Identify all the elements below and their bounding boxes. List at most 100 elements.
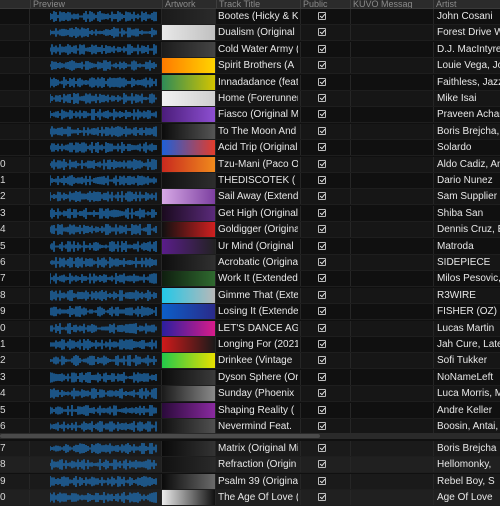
waveform-preview[interactable] <box>50 11 158 22</box>
preview-cell[interactable] <box>30 255 160 270</box>
kuvo-message-cell[interactable] <box>351 91 433 106</box>
horizontal-scrollbar[interactable] <box>0 433 500 439</box>
waveform-preview[interactable] <box>50 207 158 219</box>
waveform-preview[interactable] <box>50 191 158 203</box>
preview-cell[interactable] <box>30 370 160 385</box>
preview-cell[interactable] <box>30 9 160 24</box>
kuvo-message-cell[interactable] <box>351 321 433 336</box>
public-checkbox[interactable] <box>318 12 326 20</box>
waveform-preview[interactable] <box>50 125 158 137</box>
track-row[interactable]: 7 Matrix (Original Mi Boris Brejcha <box>0 441 500 457</box>
public-checkbox[interactable] <box>318 422 326 430</box>
track-row[interactable]: 8 Gimme That (Exte R3WIRE <box>0 287 500 304</box>
track-row[interactable]: 5 Ur Mind (Original Matroda <box>0 238 500 255</box>
header-number[interactable] <box>0 0 30 8</box>
kuvo-message-cell[interactable] <box>351 288 433 303</box>
track-row[interactable]: 0 Tzu-Mani (Paco O Aldo Cadiz, And <box>0 156 500 173</box>
waveform-preview[interactable] <box>50 306 158 318</box>
kuvo-message-cell[interactable] <box>351 337 433 352</box>
kuvo-message-cell[interactable] <box>351 124 433 139</box>
header-track-title[interactable]: Track Title <box>216 0 300 8</box>
public-checkbox[interactable] <box>318 208 326 217</box>
kuvo-message-cell[interactable] <box>351 107 433 122</box>
kuvo-message-cell[interactable] <box>351 490 433 505</box>
preview-cell[interactable] <box>30 490 160 505</box>
preview-cell[interactable] <box>30 173 160 188</box>
waveform-preview[interactable] <box>50 142 158 154</box>
header-preview[interactable]: Preview <box>30 0 162 8</box>
waveform-preview[interactable] <box>50 240 158 252</box>
kuvo-message-cell[interactable] <box>351 403 433 418</box>
public-checkbox[interactable] <box>318 476 326 485</box>
preview-cell[interactable] <box>30 42 160 57</box>
kuvo-message-cell[interactable] <box>351 140 433 155</box>
public-checkbox[interactable] <box>318 110 326 119</box>
kuvo-message-cell[interactable] <box>351 75 433 90</box>
track-row[interactable]: 4 Sunday (Phoenix Luca Morris, M <box>0 386 500 403</box>
public-checkbox[interactable] <box>318 323 326 332</box>
scrollbar-thumb[interactable] <box>0 434 320 438</box>
kuvo-message-cell[interactable] <box>351 441 433 456</box>
preview-cell[interactable] <box>30 189 160 204</box>
track-row[interactable]: 7 Work It (Extended Milos Pesovic, <box>0 271 500 288</box>
preview-cell[interactable] <box>30 239 160 254</box>
public-checkbox[interactable] <box>318 77 326 86</box>
waveform-preview[interactable] <box>50 273 158 285</box>
track-row[interactable]: 5 Shaping Reality (Andre Keller <box>0 402 500 419</box>
track-row[interactable]: 0 LET'S DANCE AG Lucas Martin <box>0 320 500 337</box>
public-checkbox[interactable] <box>318 372 326 381</box>
kuvo-message-cell[interactable] <box>351 255 433 270</box>
track-row[interactable]: 1 THEDISCOTEK (Dario Nunez <box>0 173 500 189</box>
track-row[interactable]: Acid Trip (Original Solardo <box>0 140 500 157</box>
track-row[interactable]: 2 Sail Away (Extend Sam Supplier <box>0 189 500 206</box>
track-row[interactable]: Bootes (Hicky & K John Cosani <box>0 9 500 25</box>
public-checkbox[interactable] <box>318 274 326 283</box>
waveform-preview[interactable] <box>50 371 158 383</box>
kuvo-message-cell[interactable] <box>351 271 433 286</box>
track-row[interactable]: 3 Dyson Sphere (Ori NoNameLeft <box>0 369 500 386</box>
preview-cell[interactable] <box>30 288 160 303</box>
waveform-preview[interactable] <box>50 459 158 471</box>
kuvo-message-cell[interactable] <box>351 419 433 434</box>
public-checkbox[interactable] <box>318 159 326 168</box>
waveform-preview[interactable] <box>50 76 158 88</box>
kuvo-message-cell[interactable] <box>351 370 433 385</box>
preview-cell[interactable] <box>30 206 160 221</box>
public-checkbox[interactable] <box>318 460 326 469</box>
track-row[interactable]: 9 Losing It (Extende FISHER (OZ) <box>0 304 500 321</box>
track-row[interactable]: Dualism (Original Forest Drive W <box>0 25 500 42</box>
header-public[interactable]: Public <box>300 0 350 8</box>
waveform-preview[interactable] <box>50 475 158 487</box>
public-checkbox[interactable] <box>318 241 326 250</box>
waveform-preview[interactable] <box>50 175 158 186</box>
waveform-preview[interactable] <box>50 339 158 350</box>
kuvo-message-cell[interactable] <box>351 157 433 172</box>
waveform-preview[interactable] <box>50 322 158 334</box>
track-row[interactable]: 0 The Age Of Love (Age Of Love <box>0 489 500 506</box>
waveform-preview[interactable] <box>50 93 158 104</box>
preview-cell[interactable] <box>30 25 160 40</box>
track-row[interactable]: Home (Forerunner Mike Isai <box>0 91 500 107</box>
preview-cell[interactable] <box>30 419 160 434</box>
preview-cell[interactable] <box>30 58 160 73</box>
preview-cell[interactable] <box>30 321 160 336</box>
waveform-preview[interactable] <box>50 60 158 71</box>
preview-cell[interactable] <box>30 403 160 418</box>
public-checkbox[interactable] <box>318 94 326 102</box>
preview-cell[interactable] <box>30 441 160 456</box>
track-row[interactable]: 8 Refraction (Origin Hellomonky, <box>0 457 500 474</box>
waveform-preview[interactable] <box>50 257 158 268</box>
header-artwork[interactable]: Artwork <box>162 0 216 8</box>
public-checkbox[interactable] <box>318 444 326 452</box>
waveform-preview[interactable] <box>50 421 158 432</box>
kuvo-message-cell[interactable] <box>351 239 433 254</box>
preview-cell[interactable] <box>30 353 160 368</box>
preview-cell[interactable] <box>30 157 160 172</box>
kuvo-message-cell[interactable] <box>351 9 433 24</box>
preview-cell[interactable] <box>30 222 160 237</box>
kuvo-message-cell[interactable] <box>351 353 433 368</box>
kuvo-message-cell[interactable] <box>351 474 433 489</box>
preview-cell[interactable] <box>30 91 160 106</box>
public-checkbox[interactable] <box>318 307 326 316</box>
public-checkbox[interactable] <box>318 176 326 184</box>
